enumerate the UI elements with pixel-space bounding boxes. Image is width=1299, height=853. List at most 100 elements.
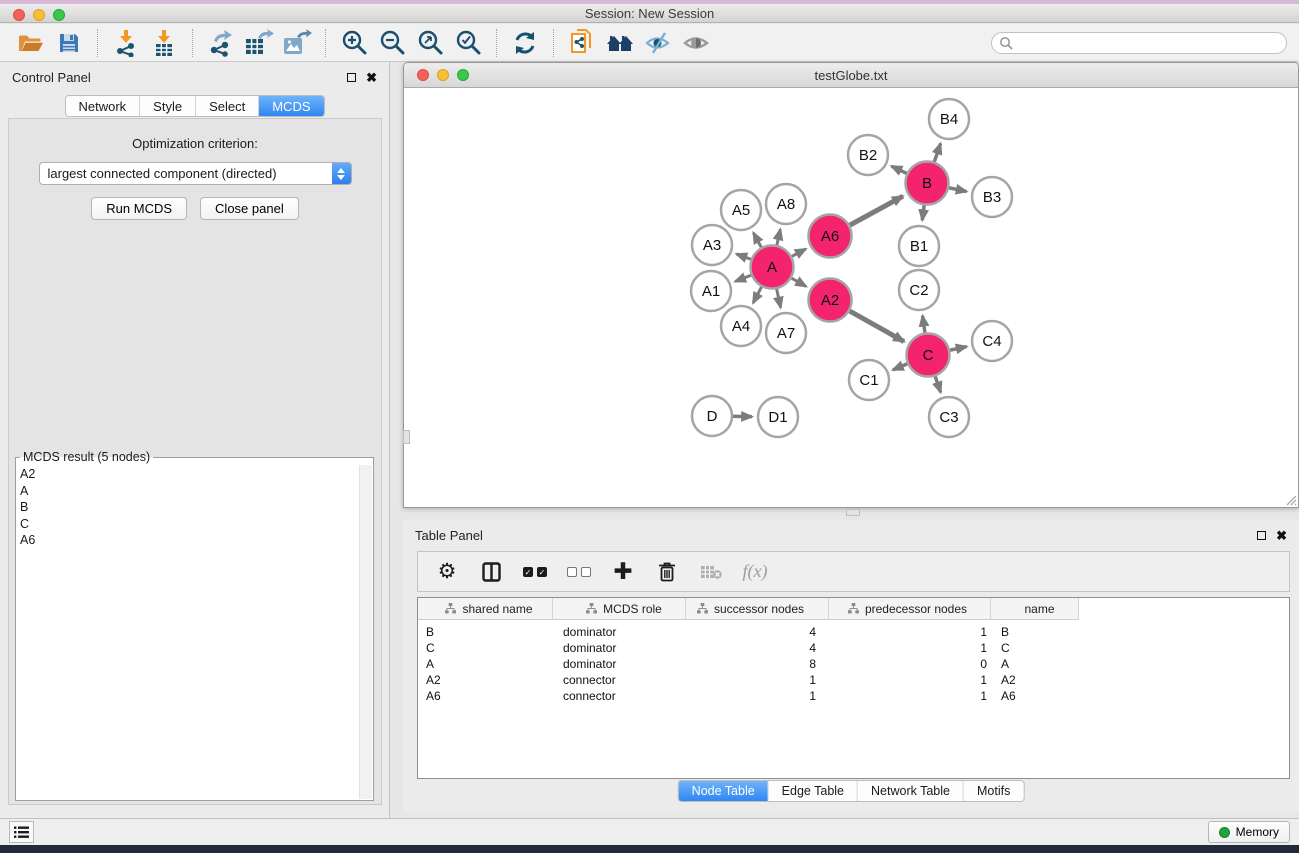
- search-input[interactable]: [1017, 36, 1279, 50]
- tab-mcds[interactable]: MCDS: [259, 96, 323, 116]
- deselect-all-button[interactable]: [562, 557, 596, 587]
- table-cell[interactable]: 1: [829, 689, 991, 703]
- save-session-button[interactable]: [50, 27, 88, 59]
- result-scrollbar[interactable]: [359, 465, 372, 799]
- divider-handle[interactable]: [403, 430, 410, 444]
- table-cell[interactable]: 1: [829, 673, 991, 687]
- zoom-out-button[interactable]: [373, 27, 411, 59]
- table-cell[interactable]: dominator: [553, 657, 686, 671]
- tab-node-table[interactable]: Node Table: [679, 781, 769, 801]
- table-cell[interactable]: dominator: [553, 641, 686, 655]
- open-session-button[interactable]: [12, 27, 50, 59]
- delete-table-button[interactable]: [694, 557, 728, 587]
- criterion-dropdown-value: largest connected component (directed): [40, 166, 332, 181]
- memory-button[interactable]: Memory: [1208, 821, 1290, 843]
- table-cell[interactable]: A2: [991, 673, 1079, 687]
- close-panel-button[interactable]: Close panel: [200, 197, 299, 220]
- import-table-button[interactable]: [145, 27, 183, 59]
- network-canvas[interactable]: B4B2BB3A5A8A6A3B1AA1C2A2A4A7C4CC1C3DD1: [404, 88, 1298, 507]
- mcds-result-item[interactable]: A2: [20, 466, 357, 483]
- tab-edge-table[interactable]: Edge Table: [769, 781, 858, 801]
- run-mcds-button[interactable]: Run MCDS: [91, 197, 187, 220]
- close-panel-icon[interactable]: ✖: [366, 71, 377, 84]
- table-cell[interactable]: 0: [829, 657, 991, 671]
- column-header-shared-name[interactable]: shared name: [418, 598, 553, 620]
- export-table-button[interactable]: [240, 27, 278, 59]
- table-cell[interactable]: 4: [686, 625, 829, 639]
- table-cell[interactable]: connector: [553, 689, 686, 703]
- close-window-button[interactable]: [13, 9, 25, 21]
- zoom-window-button[interactable]: [53, 9, 65, 21]
- show-task-history-button[interactable]: [9, 821, 34, 843]
- column-view-button[interactable]: [474, 557, 508, 587]
- column-header-predecessor-nodes[interactable]: predecessor nodes: [829, 598, 991, 620]
- import-network-button[interactable]: [107, 27, 145, 59]
- close-network-window-button[interactable]: [417, 69, 429, 81]
- function-builder-icon: f(x): [743, 561, 768, 582]
- column-header-mcds-role[interactable]: MCDS role: [553, 598, 686, 620]
- mcds-result-item[interactable]: C: [20, 516, 357, 533]
- clone-network-button[interactable]: [563, 27, 601, 59]
- table-panel-title: Table Panel: [415, 528, 483, 543]
- criterion-dropdown[interactable]: largest connected component (directed): [39, 162, 352, 185]
- close-panel-icon[interactable]: ✖: [1276, 529, 1287, 542]
- table-cell[interactable]: 1: [686, 689, 829, 703]
- table-row[interactable]: Bdominator41B: [418, 624, 1289, 640]
- function-builder-button[interactable]: f(x): [738, 557, 772, 587]
- minimize-network-window-button[interactable]: [437, 69, 449, 81]
- zoom-selected-button[interactable]: [449, 27, 487, 59]
- search-box[interactable]: [991, 32, 1287, 54]
- show-graphics-details-button[interactable]: [677, 27, 715, 59]
- delete-column-button[interactable]: [650, 557, 684, 587]
- column-header-successor-nodes[interactable]: successor nodes: [686, 598, 829, 620]
- graph-node-label: A: [767, 259, 777, 276]
- table-cell[interactable]: connector: [553, 673, 686, 687]
- table-row[interactable]: Adominator80A: [418, 656, 1289, 672]
- export-image-button[interactable]: [278, 27, 316, 59]
- table-cell[interactable]: C: [418, 641, 553, 655]
- table-row[interactable]: A6connector11A6: [418, 688, 1289, 704]
- table-cell[interactable]: B: [991, 625, 1079, 639]
- table-row[interactable]: Cdominator41C: [418, 640, 1289, 656]
- mcds-result-item[interactable]: A: [20, 483, 357, 500]
- table-cell[interactable]: 1: [829, 641, 991, 655]
- select-all-button[interactable]: ✓✓: [518, 557, 552, 587]
- table-row[interactable]: A2connector11A2: [418, 672, 1289, 688]
- mcds-result-item[interactable]: A6: [20, 532, 357, 549]
- table-cell[interactable]: 4: [686, 641, 829, 655]
- column-header-name[interactable]: name: [991, 598, 1079, 620]
- float-panel-icon[interactable]: [1257, 531, 1266, 540]
- table-cell[interactable]: A6: [418, 689, 553, 703]
- tab-network[interactable]: Network: [65, 96, 140, 116]
- home-button[interactable]: [601, 27, 639, 59]
- table-cell[interactable]: A: [991, 657, 1079, 671]
- mcds-result-item[interactable]: B: [20, 499, 357, 516]
- export-network-button[interactable]: [202, 27, 240, 59]
- table-settings-button[interactable]: ⚙: [430, 557, 464, 587]
- table-cell[interactable]: A2: [418, 673, 553, 687]
- divider-handle[interactable]: [846, 509, 860, 516]
- table-cell[interactable]: A6: [991, 689, 1079, 703]
- zoom-fit-button[interactable]: [411, 27, 449, 59]
- tab-select[interactable]: Select: [196, 96, 259, 116]
- add-column-button[interactable]: ✚: [606, 557, 640, 587]
- table-cell[interactable]: 8: [686, 657, 829, 671]
- graph-node-label: A2: [821, 292, 839, 309]
- table-cell[interactable]: dominator: [553, 625, 686, 639]
- minimize-window-button[interactable]: [33, 9, 45, 21]
- table-cell[interactable]: 1: [829, 625, 991, 639]
- zoom-network-window-button[interactable]: [457, 69, 469, 81]
- table-cell[interactable]: 1: [686, 673, 829, 687]
- hide-graphics-details-button[interactable]: [639, 27, 677, 59]
- table-cell[interactable]: C: [991, 641, 1079, 655]
- zoom-in-button[interactable]: [335, 27, 373, 59]
- tab-style[interactable]: Style: [140, 96, 196, 116]
- refresh-layout-button[interactable]: [506, 27, 544, 59]
- tab-motifs[interactable]: Motifs: [964, 781, 1023, 801]
- table-cell[interactable]: B: [418, 625, 553, 639]
- table-cell[interactable]: A: [418, 657, 553, 671]
- tab-network-table[interactable]: Network Table: [858, 781, 964, 801]
- network-window-titlebar[interactable]: testGlobe.txt: [404, 63, 1298, 88]
- float-panel-icon[interactable]: [347, 73, 356, 82]
- resize-grip-icon[interactable]: [1283, 492, 1297, 506]
